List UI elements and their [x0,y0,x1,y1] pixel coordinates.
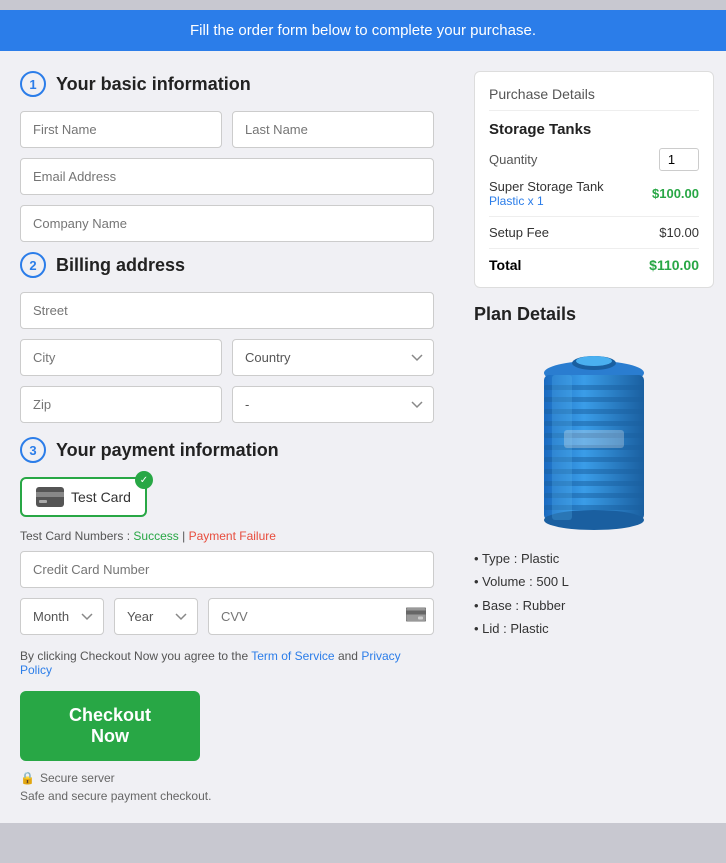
card-label: Test Card [71,489,131,505]
billing-heading: 2 Billing address [20,252,434,278]
test-card-label: Test Card Numbers : [20,529,130,543]
name-row [20,111,434,148]
basic-info-heading: 1 Your basic information [20,71,434,97]
year-select[interactable]: Year 202420252026 202720282029 [114,598,198,635]
section-number-2: 2 [20,252,46,278]
spec-volume: Volume : 500 L [474,570,714,593]
email-input[interactable] [20,158,434,195]
plan-specs: Type : Plastic Volume : 500 L Base : Rub… [474,547,714,641]
cvv-card-icon [406,607,426,626]
secure-info: 🔒 Secure server [20,771,434,785]
section-number-3: 3 [20,437,46,463]
plan-details: Plan Details [474,304,714,641]
product-line2: Plastic x 1 [489,194,604,208]
right-panel: Purchase Details Storage Tanks Quantity … [474,71,714,803]
product-name: Storage Tanks [489,121,699,138]
test-card-info: Test Card Numbers : Success | Payment Fa… [20,529,434,543]
total-label: Total [489,257,521,273]
quantity-input[interactable] [659,148,699,171]
card-number-input[interactable] [20,551,434,588]
spec-type: Type : Plastic [474,547,714,570]
zip-input[interactable] [20,386,222,423]
city-input[interactable] [20,339,222,376]
section-number-1: 1 [20,71,46,97]
divider1 [489,216,699,217]
cvv-wrapper [208,598,434,635]
payment-section: 3 Your payment information ✓ Test Card T… [20,437,434,635]
lock-icon: 🔒 [20,771,35,785]
expiry-cvv-row: Month 010203 040506 070809 101112 Year 2… [20,598,434,635]
quantity-row: Quantity [489,148,699,171]
payment-heading: 3 Your payment information [20,437,434,463]
card-option[interactable]: ✓ Test Card [20,477,147,517]
separator: | [182,529,185,543]
card-icon [36,487,64,507]
top-banner: Fill the order form below to complete yo… [0,10,726,51]
card-number-row [20,551,434,588]
agreement-prefix: By clicking Checkout Now you agree to th… [20,649,248,663]
basic-info-title: Your basic information [56,74,251,95]
email-row [20,158,434,195]
city-country-row: Country United States United Kingdom Can… [20,339,434,376]
failure-link[interactable]: Payment Failure [189,529,276,543]
street-row [20,292,434,329]
setup-fee-row: Setup Fee $10.00 [489,225,699,240]
company-row [20,205,434,242]
street-input[interactable] [20,292,434,329]
purchase-details-title: Purchase Details [489,86,699,111]
state-select[interactable]: - ALCANYTX [232,386,434,423]
zip-state-row: - ALCANYTX [20,386,434,423]
setup-fee-label: Setup Fee [489,225,549,240]
checkout-button[interactable]: Checkout Now [20,691,200,761]
country-select[interactable]: Country United States United Kingdom Can… [232,339,434,376]
tos-link[interactable]: Term of Service [251,649,334,663]
plan-details-title: Plan Details [474,304,714,325]
cvv-input[interactable] [208,598,434,635]
payment-title: Your payment information [56,440,279,461]
spec-lid: Lid : Plastic [474,617,714,640]
billing-title: Billing address [56,255,185,276]
spec-base: Base : Rubber [474,594,714,617]
last-name-input[interactable] [232,111,434,148]
setup-fee-price: $10.00 [659,225,699,240]
safe-text: Safe and secure payment checkout. [20,789,434,803]
product-line1: Super Storage Tank [489,179,604,194]
quantity-label: Quantity [489,152,537,167]
card-check-icon: ✓ [135,471,153,489]
success-link[interactable]: Success [133,529,178,543]
product-desc-wrapper: Super Storage Tank Plastic x 1 [489,179,604,208]
company-input[interactable] [20,205,434,242]
total-price: $110.00 [649,257,699,273]
purchase-details-box: Purchase Details Storage Tanks Quantity … [474,71,714,288]
banner-text: Fill the order form below to complete yo… [190,22,536,39]
left-panel: 1 Your basic information 2 Billing addre… [20,71,454,803]
month-select[interactable]: Month 010203 040506 070809 101112 [20,598,104,635]
agreement-text: By clicking Checkout Now you agree to th… [20,649,434,677]
product-price: $100.00 [652,186,699,201]
tank-image-wrapper [474,335,714,535]
total-row: Total $110.00 [489,257,699,273]
tank-image [514,335,674,535]
secure-label: Secure server [40,771,115,785]
agreement-conjunction: and [338,649,358,663]
divider2 [489,248,699,249]
product-row: Super Storage Tank Plastic x 1 $100.00 [489,179,699,208]
first-name-input[interactable] [20,111,222,148]
